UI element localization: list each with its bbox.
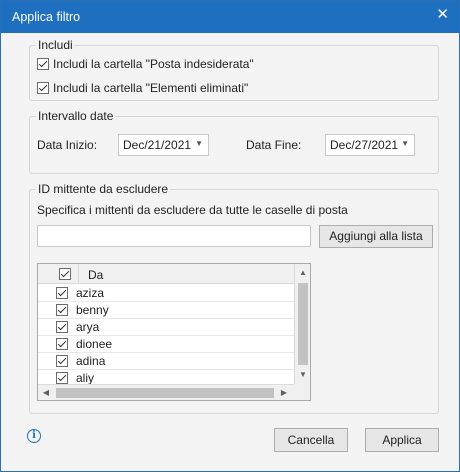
row-checkbox[interactable]	[56, 287, 68, 299]
sender-list: Da aziza benny arya dionee adina aliy ▲ …	[37, 263, 311, 401]
include-junk-label: Includi la cartella "Posta indesiderata"	[53, 57, 254, 71]
select-all-checkbox[interactable]	[59, 268, 71, 280]
scroll-down-icon[interactable]: ▼	[295, 367, 310, 383]
apply-filter-dialog: Applica filtro ✕ Includi Includi la cart…	[0, 0, 460, 472]
vertical-scrollbar[interactable]: ▲ ▼	[294, 264, 310, 384]
start-date-value: Dec/21/2021	[123, 138, 192, 152]
title-bar: Applica filtro ✕	[1, 1, 459, 33]
sender-input[interactable]	[37, 225, 311, 247]
checkbox-checked-icon	[37, 58, 49, 70]
row-checkbox[interactable]	[56, 372, 68, 384]
dropdown-arrow-icon: ▼	[195, 139, 203, 148]
end-date-picker[interactable]: Dec/27/2021 ▼	[325, 134, 415, 156]
dropdown-arrow-icon: ▼	[401, 139, 409, 148]
scrollbar-thumb[interactable]	[298, 283, 308, 365]
end-date-label: Data Fine:	[246, 138, 302, 152]
column-header-da[interactable]: Da	[88, 268, 103, 282]
end-date-value: Dec/27/2021	[330, 138, 399, 152]
include-junk-checkbox[interactable]: Includi la cartella "Posta indesiderata"	[37, 57, 254, 71]
scroll-corner	[294, 384, 310, 400]
list-header: Da	[38, 264, 294, 284]
checkbox-checked-icon	[37, 82, 49, 94]
sender-id: aziza	[76, 286, 105, 300]
close-icon[interactable]: ✕	[436, 5, 449, 23]
include-deleted-label: Includi la cartella "Elementi eliminati"	[53, 81, 249, 95]
include-deleted-checkbox[interactable]: Includi la cartella "Elementi eliminati"	[37, 81, 248, 95]
sender-hint: Specifica i mittenti da escludere da tut…	[37, 203, 348, 217]
sender-id: benny	[76, 303, 109, 317]
start-date-label: Data Inizio:	[37, 138, 98, 152]
list-item[interactable]: aziza	[38, 285, 294, 302]
include-legend: Includi	[36, 38, 75, 52]
add-to-list-button[interactable]: Aggiungi alla lista	[319, 225, 433, 248]
list-item[interactable]: benny	[38, 302, 294, 319]
list-item[interactable]: dionee	[38, 336, 294, 353]
scroll-left-icon[interactable]: ◀	[38, 385, 54, 400]
start-date-picker[interactable]: Dec/21/2021 ▼	[118, 134, 209, 156]
sender-id: dionee	[76, 337, 113, 351]
dialog-title: Applica filtro	[12, 10, 81, 24]
horizontal-scrollbar[interactable]: ◀ ▶	[38, 384, 294, 400]
list-item[interactable]: arya	[38, 319, 294, 336]
scroll-up-icon[interactable]: ▲	[295, 265, 310, 281]
row-checkbox[interactable]	[56, 304, 68, 316]
row-checkbox[interactable]	[56, 321, 68, 333]
list-item[interactable]: adina	[38, 353, 294, 370]
sender-id: aliy	[76, 371, 95, 385]
date-range-legend: Intervallo date	[36, 109, 116, 123]
sender-id: arya	[76, 320, 100, 334]
sender-id: adina	[76, 354, 106, 368]
info-icon[interactable]: i	[27, 429, 41, 443]
row-checkbox[interactable]	[56, 355, 68, 367]
scroll-right-icon[interactable]: ▶	[276, 385, 292, 400]
apply-button[interactable]: Applica	[365, 428, 439, 452]
cancel-button[interactable]: Cancella	[274, 428, 348, 452]
sender-exclude-legend: ID mittente da escludere	[36, 182, 171, 196]
scrollbar-thumb[interactable]	[56, 388, 274, 398]
row-checkbox[interactable]	[56, 338, 68, 350]
